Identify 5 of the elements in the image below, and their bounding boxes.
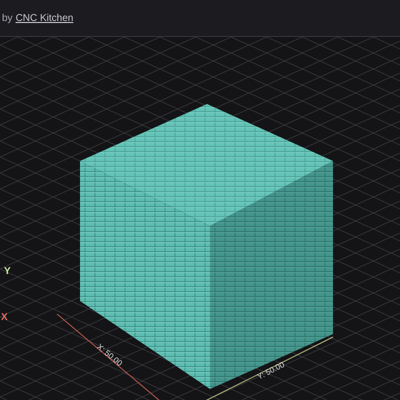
axis-label: Y [4,266,11,277]
axis-label: X [1,312,8,323]
credit-text: by [2,12,13,24]
author-link[interactable]: CNC Kitchen [16,12,74,24]
dimension-label: Y: 50.00 [256,360,286,382]
